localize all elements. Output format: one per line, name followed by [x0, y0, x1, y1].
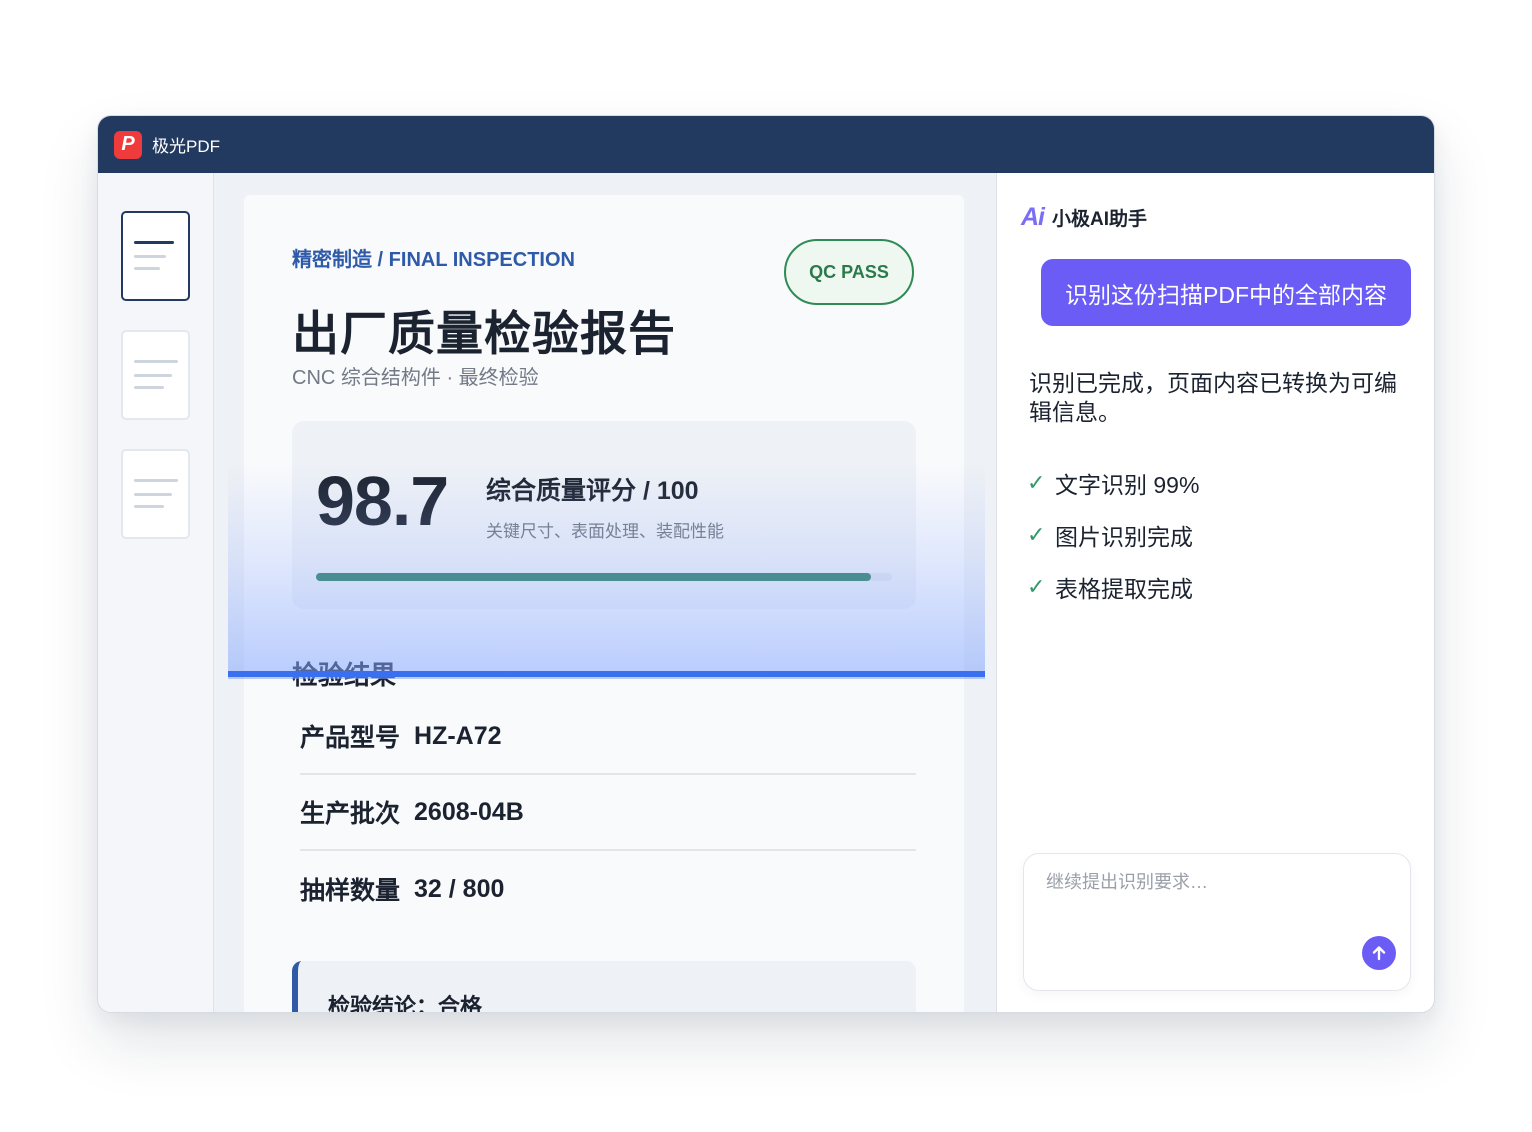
score-label: 综合质量评分 / 100	[486, 477, 699, 505]
scan-line	[228, 671, 985, 677]
assistant-name: 小极AI助手	[1052, 209, 1148, 230]
score-progress-fill	[316, 573, 871, 581]
qc-pass-badge: QC PASS	[784, 239, 914, 305]
results-table: 产品型号 HZ-A72 生产批次 2608-04B 抽样数量 32 / 800	[300, 699, 916, 927]
page-thumbnail-3[interactable]	[121, 449, 190, 539]
result-row: 抽样数量 32 / 800	[300, 874, 505, 906]
result-row: 产品型号 HZ-A72	[300, 699, 916, 775]
chat-input-box	[1023, 853, 1411, 991]
app-logo-icon: P	[114, 130, 142, 159]
assistant-reply: 识别已完成，页面内容已转换为可编辑信息。	[1029, 370, 1397, 425]
ai-assistant-panel: Ai 小极AI助手 识别这份扫描PDF中的全部内容 识别已完成，页面内容已转换为…	[996, 173, 1434, 1012]
titlebar: P 极光PDF	[98, 116, 1434, 173]
check-icon: ✓	[1027, 574, 1046, 599]
document-subtitle: CNC 综合结构件 · 最终检验	[292, 367, 539, 389]
result-row: 生产批次 2608-04B	[300, 775, 916, 851]
check-icon: ✓	[1027, 470, 1046, 495]
page-thumbnail-1[interactable]	[121, 211, 190, 301]
check-icon: ✓	[1027, 522, 1046, 547]
check-item: ✓ 表格提取完成	[1027, 574, 1193, 602]
pdf-page: 精密制造 / FINAL INSPECTION QC PASS 出厂质量检验报告…	[244, 195, 964, 1013]
app-window: P 极光PDF 精密制造 / FINAL INSPECTION QC PASS …	[97, 115, 1435, 1013]
send-button[interactable]	[1362, 936, 1396, 970]
conclusion-box: 检验结论：合格	[292, 961, 916, 1013]
document-category: 精密制造 / FINAL INSPECTION	[292, 249, 575, 271]
arrow-up-icon	[1372, 946, 1386, 961]
score-description: 关键尺寸、表面处理、装配性能	[486, 522, 724, 541]
assistant-header: Ai 小极AI助手	[1021, 203, 1147, 232]
conclusion-text: 检验结论：合格	[328, 994, 483, 1013]
quality-score: 98.7	[316, 462, 449, 540]
document-viewer[interactable]: 精密制造 / FINAL INSPECTION QC PASS 出厂质量检验报告…	[214, 173, 996, 1013]
score-card: 98.7 综合质量评分 / 100 关键尺寸、表面处理、装配性能	[292, 421, 916, 609]
app-title: 极光PDF	[152, 137, 220, 156]
chat-input[interactable]	[1046, 872, 1386, 893]
check-item: ✓ 图片识别完成	[1027, 522, 1193, 550]
user-message-bubble: 识别这份扫描PDF中的全部内容	[1041, 259, 1411, 326]
document-title: 出厂质量检验报告	[292, 307, 676, 360]
page-thumbnail-2[interactable]	[121, 330, 190, 420]
score-progress-bar	[316, 573, 892, 581]
result-checklist: ✓ 文字识别 99% ✓ 图片识别完成 ✓ 表格提取完成	[1027, 457, 1199, 613]
ai-logo-icon: Ai	[1021, 203, 1045, 231]
check-item: ✓ 文字识别 99%	[1027, 470, 1200, 498]
page-thumbnails	[98, 173, 214, 1012]
